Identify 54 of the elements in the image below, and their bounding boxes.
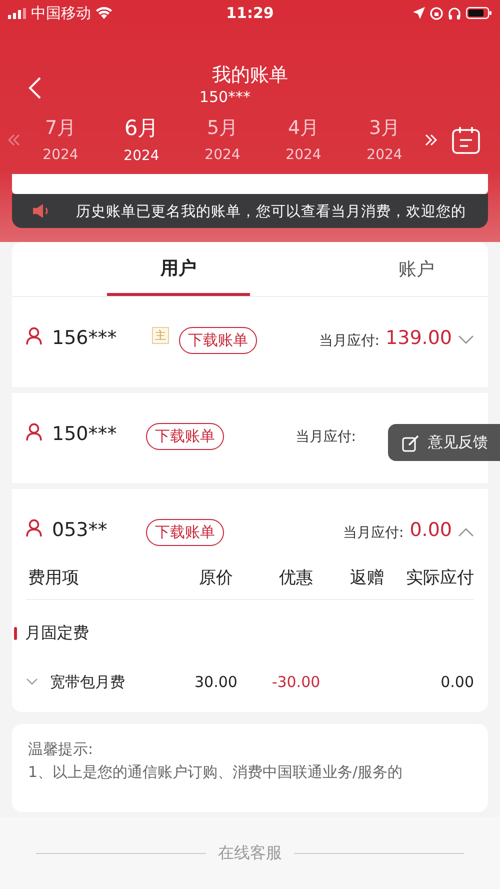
phone-number: 156*** (52, 327, 118, 349)
month-tab[interactable]: 7月 2024 (20, 115, 101, 165)
phone-number: 150*** (52, 423, 118, 445)
speaker-icon (32, 203, 50, 219)
user-icon (26, 519, 42, 537)
chevron-up-icon[interactable] (458, 527, 474, 537)
amount-due: 139.00 (386, 327, 452, 349)
lock-rotation-icon (430, 6, 443, 20)
due-label: 当月应付: (295, 428, 356, 446)
battery-icon (466, 7, 492, 19)
chevron-down-icon[interactable] (458, 335, 474, 345)
page-title: 我的账单 (212, 63, 288, 88)
table-cell: -30.00 (272, 673, 320, 691)
download-bill-button[interactable]: 下载账单 (146, 423, 224, 450)
calendar-icon[interactable] (451, 125, 481, 155)
table-cell: 宽带包月费 (50, 672, 125, 692)
month-tab[interactable]: 3月 2024 (344, 115, 425, 165)
download-bill-button[interactable]: 下载账单 (146, 519, 224, 546)
column-header: 优惠 (278, 566, 314, 588)
carrier-name: 中国移动 (31, 4, 91, 22)
amount-due: 0.00 (410, 519, 452, 541)
wifi-icon (96, 7, 112, 19)
column-header: 原价 (198, 566, 234, 588)
user-icon (26, 327, 42, 345)
group-title: 月固定费 (25, 622, 89, 644)
column-header: 返赠 (349, 566, 385, 588)
column-header: 实际应付 (405, 566, 474, 588)
edit-icon (402, 434, 420, 452)
phone-number: 053** (52, 519, 108, 541)
user-icon (26, 423, 42, 441)
phone-number: 150*** (199, 88, 251, 106)
month-tab[interactable]: 6月 2024 (101, 114, 182, 166)
tab[interactable]: 账户 (345, 242, 488, 296)
headphones-icon (448, 6, 461, 20)
table-cell: 30.00 (194, 673, 238, 691)
table-cell: 0.00 (440, 673, 474, 691)
download-bill-button[interactable]: 下载账单 (179, 327, 257, 354)
feedback-button[interactable]: 意见反馈 (388, 424, 500, 461)
tips-text: 1、以上是您的通信账户订购、消费中国联通业务/服务的 (28, 763, 404, 782)
column-header: 费用项 (27, 566, 80, 588)
due-label: 当月应付: (318, 332, 380, 350)
signal-icon (8, 8, 26, 18)
previous-icon[interactable] (8, 134, 20, 146)
primary-badge: 主 (152, 327, 169, 344)
tab[interactable]: 用户 (107, 242, 250, 296)
tips-title: 温馨提示: (28, 740, 94, 759)
due-label: 当月应付: (342, 524, 404, 542)
month-tab[interactable]: 4月 2024 (263, 115, 344, 165)
next-icon[interactable] (425, 134, 437, 146)
notice-text: 历史账单已更名我的账单，您可以查看当月消费，欢迎您的 (76, 202, 466, 220)
location-icon (413, 7, 425, 19)
chevron-down-icon[interactable] (26, 678, 38, 686)
month-tab[interactable]: 5月 2024 (182, 115, 263, 165)
status-time: 11:29 (226, 4, 274, 22)
